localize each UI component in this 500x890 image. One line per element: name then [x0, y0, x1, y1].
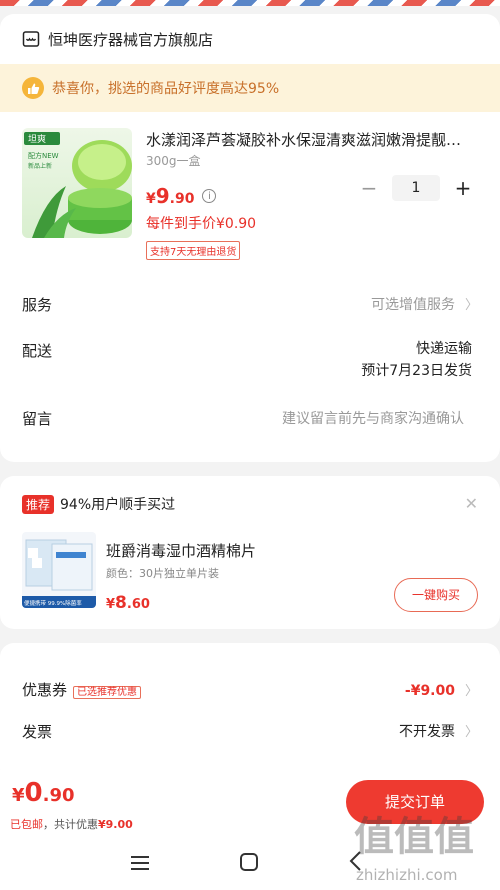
minus-icon[interactable]: −	[354, 176, 384, 200]
coupon-badge: 已选推荐优惠	[73, 685, 142, 699]
invoice-label: 发票	[22, 722, 53, 741]
recommend-item-spec: 颜色：30片独立单片装	[106, 567, 219, 580]
delivery-row[interactable]: 配送 快递运输 预计7月23日发货	[0, 338, 500, 408]
recommend-item-image[interactable]: 便捷携带 99.9%除菌率	[22, 532, 96, 608]
menu-icon[interactable]	[130, 854, 150, 872]
home-icon[interactable]	[239, 852, 259, 872]
coupon-card: 优惠券 已选推荐优惠 -¥9.00 〉 发票 不开发票〉	[0, 643, 500, 783]
quantity-input[interactable]: 1	[392, 175, 440, 201]
order-card: 恒坤医疗器械官方旗舰店 恭喜你，挑选的商品好评度高达95% 坦爽 配方NEW 新…	[0, 14, 500, 462]
recommend-item-name[interactable]: 班爵消毒湿巾酒精棉片	[106, 540, 256, 561]
shipping-text: 已包邮	[10, 818, 43, 831]
store-icon	[22, 31, 40, 47]
product-spec[interactable]: 300g一盒	[146, 152, 478, 169]
watermark-glyphs: 值值值	[354, 814, 474, 860]
product-image[interactable]: 坦爽 配方NEW 新品上新	[22, 128, 132, 238]
quantity-stepper: − 1 +	[354, 175, 478, 201]
service-value: 可选增值服务	[370, 297, 455, 313]
invoice-value: 不开发票	[398, 724, 455, 740]
unit-price: 每件到手价¥0.90	[146, 216, 257, 232]
total-summary: 已包邮，共计优惠¥9.00	[10, 816, 133, 832]
store-name: 恒坤医疗器械官方旗舰店	[48, 30, 214, 49]
recommend-tag: 推荐	[22, 494, 55, 514]
recommend-item-price: ¥8.60	[106, 593, 150, 613]
product-image-sub: 新品上新	[28, 162, 52, 170]
message-input[interactable]: 建议留言前先与商家沟通确认	[282, 408, 464, 428]
product-image-new: 配方NEW	[28, 151, 59, 160]
total-price: ¥0.90	[12, 778, 75, 808]
watermark-text: zhizhizhi.com	[356, 866, 457, 884]
message-row[interactable]: 留言 建议留言前先与商家沟通确认	[0, 408, 500, 462]
recommend-image-caption: 便捷携带 99.9%除菌率	[24, 599, 82, 607]
chevron-right-icon: 〉	[464, 725, 478, 740]
invoice-row[interactable]: 发票 不开发票〉	[0, 711, 500, 751]
delivery-method: 快递运输	[416, 341, 472, 357]
chevron-right-icon: 〉	[464, 298, 478, 313]
recommend-card: 推荐 94%用户顺手买过 ✕ 便捷携带 99.9%除菌率 班爵消毒湿巾酒精棉片 …	[0, 476, 500, 629]
delivery-label: 配送	[22, 342, 53, 360]
thumbs-up-icon	[22, 77, 44, 99]
coupon-value: -¥9.00	[404, 682, 455, 699]
site-watermark: 值值值 zhizhizhi.com	[350, 810, 500, 885]
one-click-buy-button[interactable]: 一键购买	[394, 578, 478, 612]
store-header[interactable]: 恒坤医疗器械官方旗舰店	[0, 14, 500, 64]
service-row[interactable]: 服务 可选增值服务〉	[0, 294, 500, 338]
coupon-label: 优惠券	[22, 680, 68, 699]
rating-banner: 恭喜你，挑选的商品好评度高达95%	[0, 64, 500, 112]
close-icon[interactable]: ✕	[465, 494, 478, 513]
service-label: 服务	[22, 296, 53, 314]
message-label: 留言	[22, 410, 53, 428]
airmail-border	[0, 0, 500, 6]
plus-icon[interactable]: +	[448, 176, 478, 200]
product-image-brand: 坦爽	[28, 134, 46, 145]
return-policy-badge: 支持7天无理由退货	[146, 241, 241, 260]
recommend-header: 推荐 94%用户顺手买过 ✕	[0, 476, 500, 532]
product-item: 坦爽 配方NEW 新品上新 水漾润泽芦荟凝胶补水保湿清爽滋润嫩滑提靓… 300g…	[0, 112, 500, 270]
discount-value: ¥9.00	[98, 818, 133, 831]
recommend-item: 便捷携带 99.9%除菌率 班爵消毒湿巾酒精棉片 颜色：30片独立单片装 ¥8.…	[0, 532, 500, 629]
product-price: ¥9.90	[146, 184, 195, 208]
info-icon[interactable]: i	[202, 189, 217, 203]
chevron-right-icon: 〉	[464, 683, 478, 699]
recommend-headline: 94%用户顺手买过	[60, 497, 176, 513]
rating-banner-text: 恭喜你，挑选的商品好评度高达95%	[52, 81, 280, 97]
coupon-row[interactable]: 优惠券 已选推荐优惠 -¥9.00 〉	[0, 667, 500, 711]
product-title[interactable]: 水漾润泽芦荟凝胶补水保湿清爽滋润嫩滑提靓…	[146, 130, 478, 150]
delivery-date: 预计7月23日发货	[361, 363, 472, 379]
discount-prefix: ，共计优惠	[43, 818, 98, 831]
